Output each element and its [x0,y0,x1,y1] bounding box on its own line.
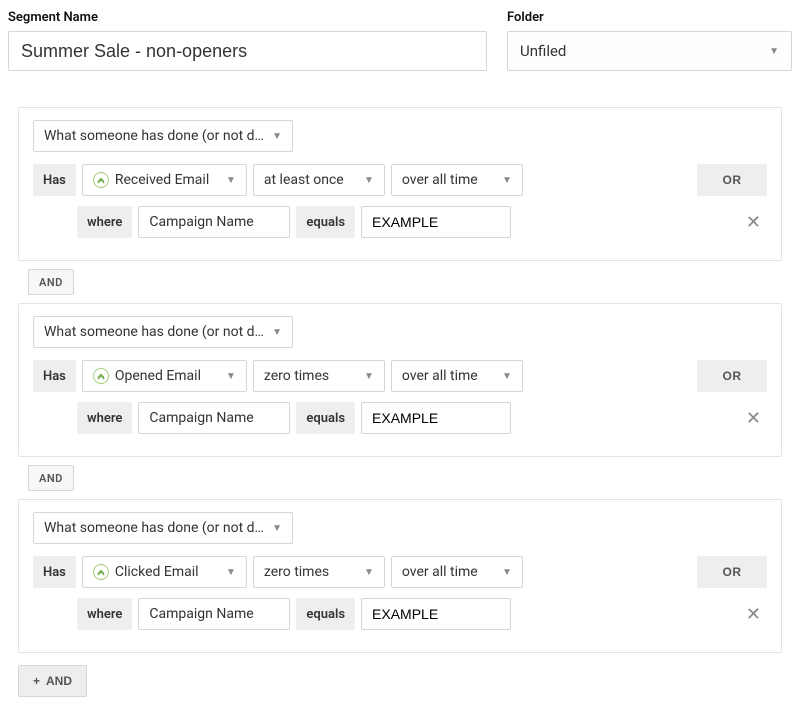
equals-chip: equals [296,206,355,238]
folder-label: Folder [507,10,792,25]
condition-type-value: What someone has done (or not d… [44,520,264,536]
condition-group: What someone has done (or not d… ▼ Has C… [18,499,782,653]
close-icon[interactable]: ✕ [740,212,767,233]
event-value: Opened Email [115,368,218,384]
close-icon[interactable]: ✕ [740,408,767,429]
segment-name-label: Segment Name [8,10,487,25]
condition-group: What someone has done (or not d… ▼ Has O… [18,303,782,457]
filter-field-select[interactable]: Campaign Name [138,206,290,238]
folder-select[interactable]: Unfiled ▼ [507,31,792,71]
chevron-down-icon: ▼ [272,327,282,338]
and-join-chip: AND [28,269,74,295]
event-value: Received Email [115,172,218,188]
condition-type-select[interactable]: What someone has done (or not d… ▼ [33,316,293,348]
count-value: at least once [264,172,356,188]
or-button[interactable]: OR [697,164,767,196]
has-chip: Has [33,556,76,588]
chevron-down-icon: ▼ [502,567,512,578]
filter-field-select[interactable]: Campaign Name [138,402,290,434]
event-select[interactable]: Received Email ▼ [82,164,247,196]
plus-icon: + [33,674,40,688]
chevron-down-icon: ▼ [769,46,779,57]
filter-field-select[interactable]: Campaign Name [138,598,290,630]
equals-chip: equals [296,402,355,434]
has-chip: Has [33,360,76,392]
time-select[interactable]: over all time ▼ [391,556,523,588]
where-chip: where [77,598,132,630]
count-select[interactable]: at least once ▼ [253,164,385,196]
where-chip: where [77,206,132,238]
condition-type-value: What someone has done (or not d… [44,128,264,144]
filter-field-value: Campaign Name [149,606,279,622]
condition-type-select[interactable]: What someone has done (or not d… ▼ [33,512,293,544]
where-chip: where [77,402,132,434]
equals-chip: equals [296,598,355,630]
add-and-label: AND [46,674,72,688]
filter-value-input[interactable] [361,402,511,434]
chevron-down-icon: ▼ [502,371,512,382]
chevron-down-icon: ▼ [226,567,236,578]
chevron-down-icon: ▼ [226,371,236,382]
filter-value-input[interactable] [361,206,511,238]
folder-select-value: Unfiled [520,42,761,60]
filter-value-input[interactable] [361,598,511,630]
email-icon [93,564,109,580]
time-select[interactable]: over all time ▼ [391,164,523,196]
email-icon [93,172,109,188]
or-button[interactable]: OR [697,360,767,392]
chevron-down-icon: ▼ [364,175,374,186]
count-select[interactable]: zero times ▼ [253,360,385,392]
event-select[interactable]: Clicked Email ▼ [82,556,247,588]
chevron-down-icon: ▼ [272,523,282,534]
add-and-button[interactable]: + AND [18,665,87,697]
event-select[interactable]: Opened Email ▼ [82,360,247,392]
chevron-down-icon: ▼ [272,131,282,142]
condition-group: What someone has done (or not d… ▼ Has R… [18,107,782,261]
filter-field-value: Campaign Name [149,410,279,426]
time-select[interactable]: over all time ▼ [391,360,523,392]
time-value: over all time [402,564,494,580]
condition-type-value: What someone has done (or not d… [44,324,264,340]
chevron-down-icon: ▼ [364,567,374,578]
chevron-down-icon: ▼ [502,175,512,186]
count-value: zero times [264,368,356,384]
or-button[interactable]: OR [697,556,767,588]
condition-type-select[interactable]: What someone has done (or not d… ▼ [33,120,293,152]
email-icon [93,368,109,384]
segment-name-input[interactable] [8,31,487,71]
chevron-down-icon: ▼ [364,371,374,382]
event-value: Clicked Email [115,564,218,580]
count-select[interactable]: zero times ▼ [253,556,385,588]
and-join-chip: AND [28,465,74,491]
filter-field-value: Campaign Name [149,214,279,230]
has-chip: Has [33,164,76,196]
close-icon[interactable]: ✕ [740,604,767,625]
count-value: zero times [264,564,356,580]
time-value: over all time [402,172,494,188]
time-value: over all time [402,368,494,384]
chevron-down-icon: ▼ [226,175,236,186]
